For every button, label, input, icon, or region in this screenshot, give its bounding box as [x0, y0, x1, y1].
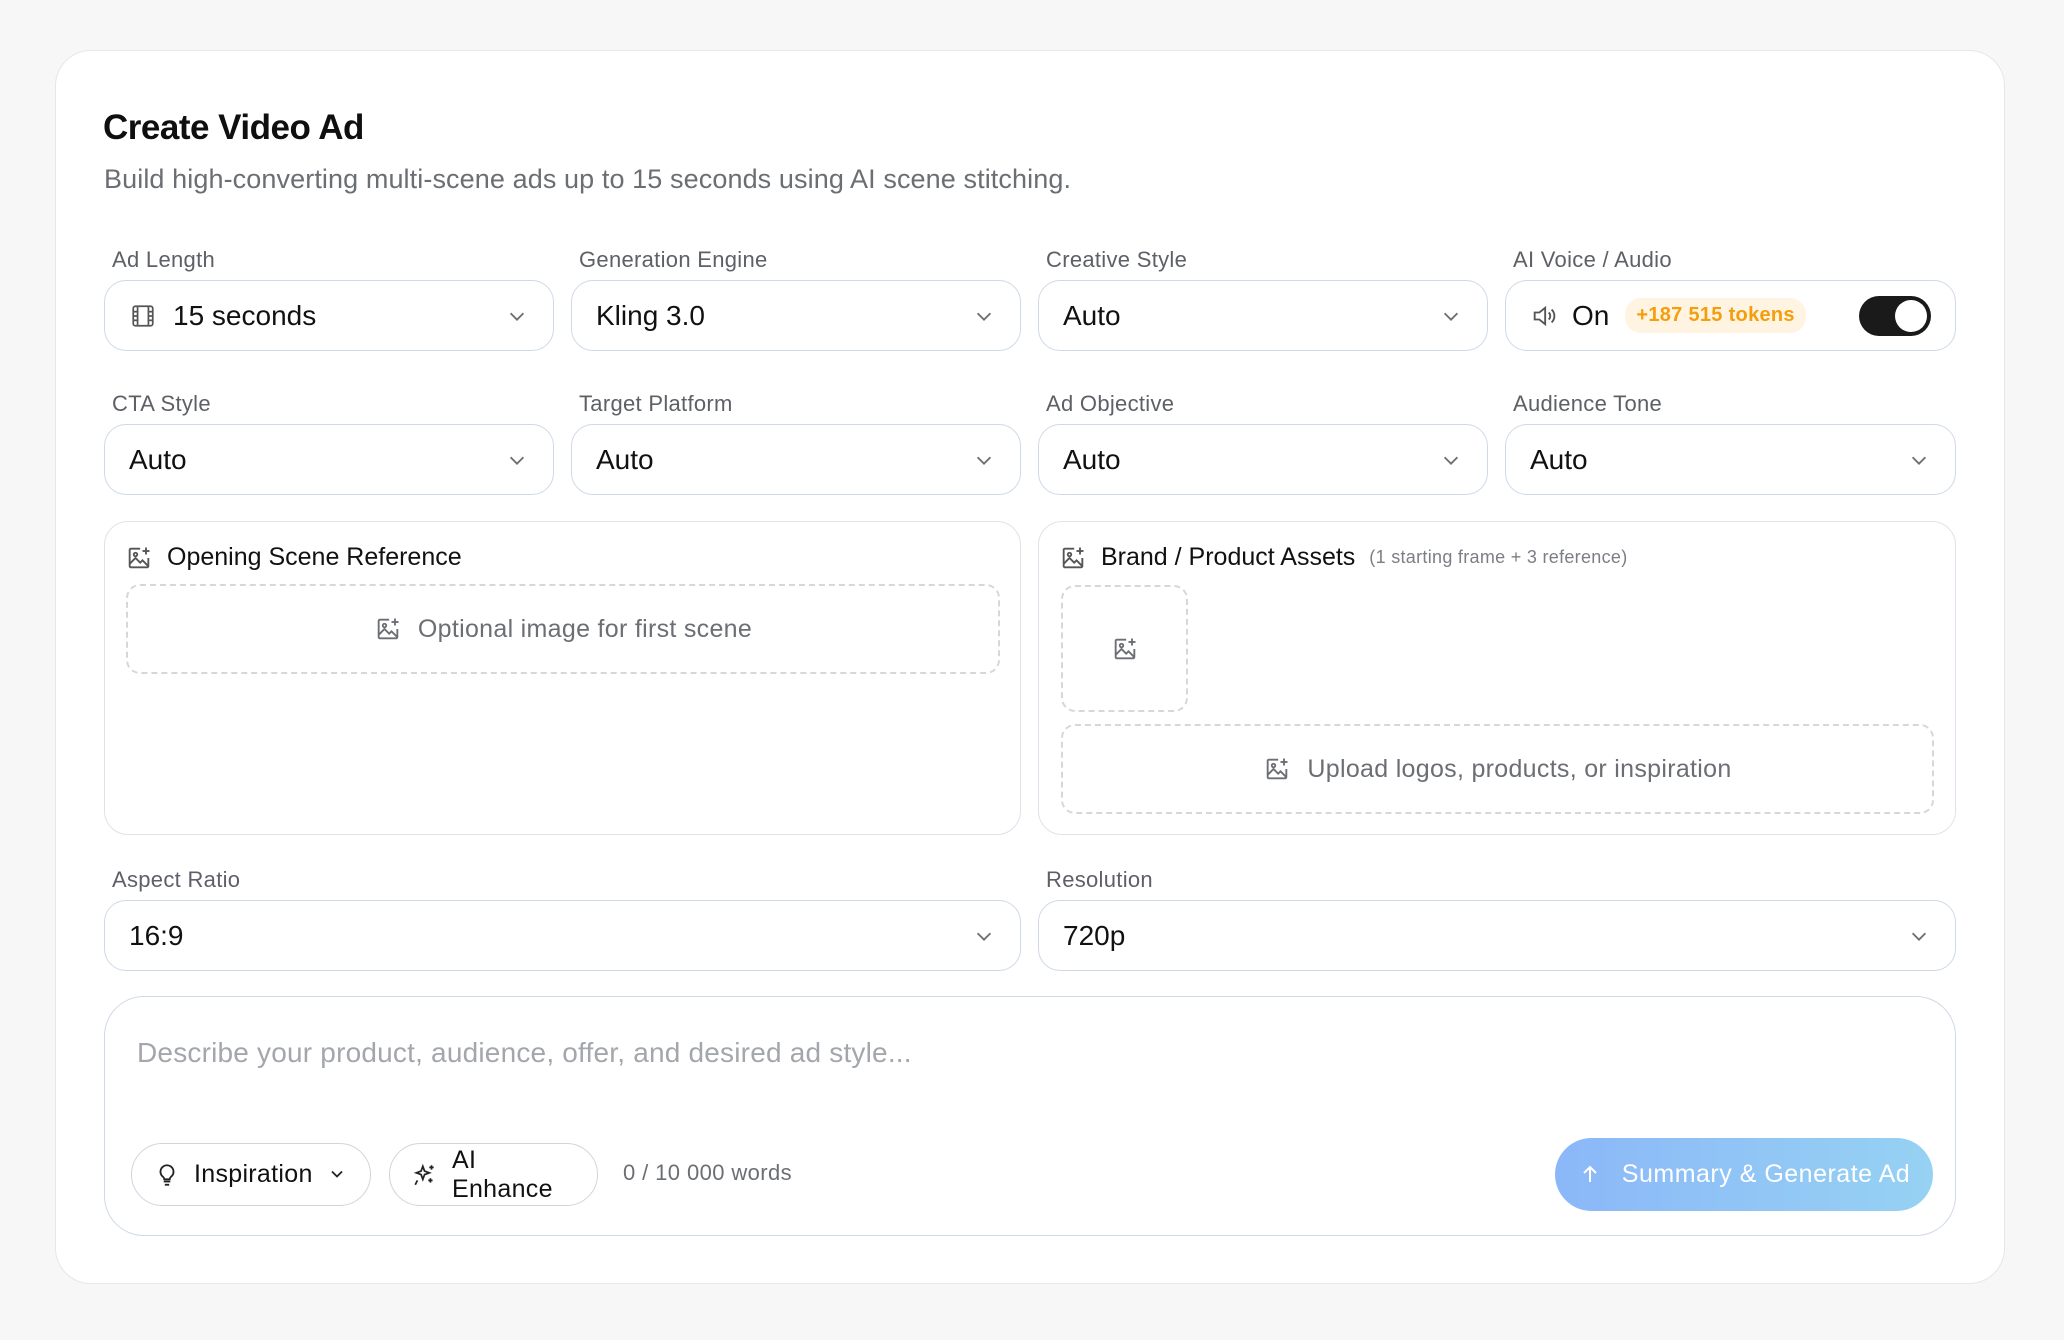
ai-voice-label: AI Voice / Audio	[1513, 247, 1672, 272]
word-count: 0 / 10 000 words	[623, 1160, 793, 1185]
ai-enhance-label: AI Enhance	[452, 1145, 553, 1203]
generation-engine-label: Generation Engine	[579, 247, 768, 272]
chevron-down-icon	[505, 304, 529, 328]
chevron-down-icon	[505, 448, 529, 472]
generate-ad-button[interactable]: Summary & Generate Ad	[1555, 1138, 1933, 1211]
aspect-ratio-select[interactable]: 16:9	[104, 900, 1021, 971]
brand-assets-dropzone[interactable]: Upload logos, products, or inspiration	[1061, 724, 1934, 814]
image-plus-icon	[1263, 755, 1291, 783]
opening-scene-dropzone-text: Optional image for first scene	[417, 614, 753, 643]
ad-length-select[interactable]: 15 seconds	[104, 280, 554, 351]
ad-length-label: Ad Length	[112, 247, 216, 272]
image-plus-icon	[125, 544, 153, 572]
prompt-box: Describe your product, audience, offer, …	[104, 996, 1956, 1236]
chevron-down-icon	[972, 304, 996, 328]
token-cost-badge: +187 515 tokens	[1625, 298, 1806, 333]
brand-assets-dropzone-text: Upload logos, products, or inspiration	[1307, 754, 1732, 783]
generation-engine-value: Kling 3.0	[596, 299, 705, 331]
opening-scene-header: Opening Scene Reference	[125, 543, 462, 572]
brand-assets-title: Brand / Product Assets	[1101, 543, 1356, 571]
chevron-down-icon	[1907, 448, 1931, 472]
ad-objective-value: Auto	[1063, 443, 1121, 475]
generation-engine-select[interactable]: Kling 3.0	[571, 280, 1021, 351]
page-title: Create Video Ad	[103, 108, 364, 147]
aspect-ratio-value: 16:9	[129, 919, 184, 951]
chevron-down-icon	[1439, 304, 1463, 328]
brand-assets-note: (1 starting frame + 3 reference)	[1369, 547, 1628, 567]
ai-enhance-button[interactable]: AI Enhance	[389, 1143, 598, 1206]
arrow-up-icon	[1578, 1162, 1604, 1188]
page-subtitle: Build high-converting multi-scene ads up…	[104, 164, 1072, 194]
brand-assets-header: Brand / Product Assets (1 starting frame…	[1059, 543, 1628, 572]
starting-frame-slot[interactable]	[1061, 585, 1188, 712]
chevron-down-icon	[972, 448, 996, 472]
chevron-down-icon	[1439, 448, 1463, 472]
chevron-down-icon	[327, 1164, 348, 1186]
image-plus-icon	[374, 615, 402, 643]
target-platform-value: Auto	[596, 443, 654, 475]
creative-style-value: Auto	[1063, 299, 1121, 331]
ai-voice-toggle[interactable]	[1859, 295, 1931, 336]
audience-tone-label: Audience Tone	[1513, 391, 1663, 416]
film-icon	[129, 302, 157, 330]
aspect-ratio-label: Aspect Ratio	[112, 867, 241, 892]
cta-style-label: CTA Style	[112, 391, 211, 416]
resolution-value: 720p	[1063, 919, 1126, 951]
ai-voice-status: On	[1572, 299, 1610, 331]
sparkles-icon	[412, 1162, 438, 1188]
audience-tone-value: Auto	[1530, 443, 1588, 475]
lightbulb-icon	[154, 1162, 180, 1188]
generate-ad-label: Summary & Generate Ad	[1621, 1160, 1911, 1188]
resolution-label: Resolution	[1046, 867, 1153, 892]
audience-tone-select[interactable]: Auto	[1505, 424, 1956, 495]
creative-style-select[interactable]: Auto	[1038, 280, 1488, 351]
opening-scene-title: Opening Scene Reference	[167, 543, 462, 571]
inspiration-label: Inspiration	[194, 1160, 313, 1188]
chevron-down-icon	[1907, 924, 1931, 948]
ad-length-value: 15 seconds	[173, 299, 317, 331]
ai-voice-control: On +187 515 tokens	[1505, 280, 1956, 351]
resolution-select[interactable]: 720p	[1038, 900, 1956, 971]
cta-style-value: Auto	[129, 443, 187, 475]
chevron-down-icon	[972, 924, 996, 948]
creative-style-label: Creative Style	[1046, 247, 1188, 272]
inspiration-button[interactable]: Inspiration	[131, 1143, 371, 1206]
prompt-textarea[interactable]: Describe your product, audience, offer, …	[137, 1037, 1923, 1097]
ad-objective-select[interactable]: Auto	[1038, 424, 1488, 495]
cta-style-select[interactable]: Auto	[104, 424, 554, 495]
image-plus-icon	[1111, 635, 1139, 663]
toggle-knob	[1895, 299, 1927, 332]
ad-objective-label: Ad Objective	[1046, 391, 1175, 416]
image-plus-icon	[1059, 544, 1087, 572]
opening-scene-dropzone[interactable]: Optional image for first scene	[126, 584, 1000, 674]
target-platform-select[interactable]: Auto	[571, 424, 1021, 495]
target-platform-label: Target Platform	[579, 391, 733, 416]
speaker-icon	[1530, 302, 1558, 330]
